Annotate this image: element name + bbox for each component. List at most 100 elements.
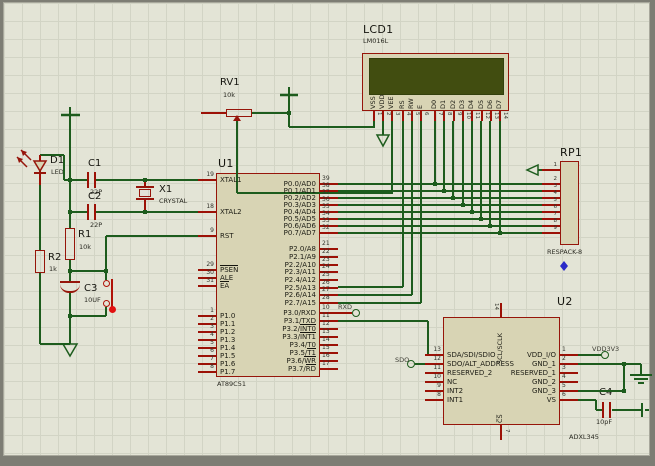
pin-number: 3 [210,323,214,330]
pin-number: 38 [322,182,330,189]
pin-number: 15 [322,344,330,351]
pin-number: 4 [210,331,214,338]
pin-stub [560,399,578,401]
rp1-part: RESPACK-8 [547,248,583,256]
pin-label: D5 [477,99,485,109]
wire [39,185,41,250]
wire [338,286,403,288]
pin-stub [320,368,338,370]
pin-number: 7 [210,355,214,362]
vdd3v3-terminal[interactable] [601,351,609,359]
pin-label: RW [407,98,415,109]
pin-label: RESERVED_1 [510,369,556,377]
wire [338,211,542,213]
pin-number: 3 [394,112,400,116]
pin-label: D3 [458,99,466,109]
pin-label: VSS [369,96,377,109]
wire [63,155,65,180]
pin-label: RS [398,100,406,109]
pin-number: 13 [322,328,330,335]
pin-number: 31 [206,277,214,284]
r2-resistor-body[interactable] [35,250,45,273]
pin-label: P2.3/A11 [284,268,316,276]
pin-number: 36 [322,196,330,203]
pin-number: 14 [493,303,499,310]
pin-number: 8 [553,218,558,224]
pin-label: P2.1/A9 [289,253,316,261]
wire [578,390,624,392]
junction-dot [287,111,291,115]
d1-lead [39,171,41,185]
r2-ref: R2 [48,252,62,263]
wire [338,197,542,199]
sdo-terminal[interactable] [407,360,415,368]
wire [452,121,454,198]
pin-number: 9 [456,112,462,116]
wire [338,183,542,185]
power-arrow-lcd-vdd [375,134,391,148]
pin-label: C̅S̅ [496,414,504,423]
x1-crystal-body[interactable] [139,189,151,197]
wire [415,363,425,365]
pin-number: 33 [322,217,330,224]
reset-button[interactable] [98,275,120,315]
wire [578,354,601,356]
pin-number: 2 [385,112,391,116]
pin-label: P2.4/A12 [284,276,316,284]
pin-stub [425,399,443,401]
wire [578,363,641,365]
wire [338,204,542,206]
pin-number: 19 [206,171,214,178]
pin-number: 10 [465,112,471,119]
c4-value: 10pF [596,418,613,426]
pin-number: 10 [433,373,441,380]
pin-number: 13 [433,346,441,353]
pin-label: P2.7/A15 [284,299,316,307]
c3-capacitor[interactable] [58,279,82,295]
schematic-sheet[interactable]: LCD1 LM016L U1 AT89C51 U2 ADXL345 RP1 RE… [3,2,652,456]
pin-stub [500,303,502,317]
pin-label: P2.0/A8 [289,245,316,253]
pin-number: 34 [322,210,330,217]
junction-dot [479,217,483,221]
pin-number: 12 [322,320,330,327]
rp1-respack-body[interactable] [560,161,579,245]
origin-marker-red [109,306,116,313]
pin-number: 9 [437,382,441,389]
pin-number: 17 [322,360,330,367]
cap-plate [87,204,89,220]
x1-ref: X1 [159,184,173,195]
r1-resistor-body[interactable] [65,228,75,260]
pin-number: 8 [210,363,214,370]
wire [105,236,107,280]
pin-number: 5 [562,382,566,389]
pin-label: D0 [430,99,438,109]
c2-ref: C2 [88,191,102,202]
pin-number: 14 [322,336,330,343]
wire [338,232,542,234]
ground-arrow-bottom-left [61,343,79,358]
d1-part: LED [51,168,64,176]
wire [39,273,41,344]
wire [40,154,64,156]
wire [640,364,642,374]
cap-plate [94,172,96,188]
junction-dot [433,182,437,186]
marker-diamond-blue [560,261,568,271]
wire [499,121,501,233]
pin-number: 6 [553,204,558,210]
pin-label: VDD_I/O [526,351,556,359]
c3-ref: C3 [84,283,98,294]
pin-number: 35 [322,203,330,210]
rv1-pot-body[interactable] [226,109,252,117]
wire [289,126,375,128]
rxd-terminal[interactable] [352,309,360,317]
wire [443,121,445,191]
junction-dot [68,269,72,273]
wire [623,364,625,391]
c2-value: 22P [90,221,103,229]
pin-number: 2 [562,355,566,362]
pin-number: 18 [206,203,214,210]
u1-ref: U1 [218,157,234,170]
rp1-ref: RP1 [560,146,583,159]
